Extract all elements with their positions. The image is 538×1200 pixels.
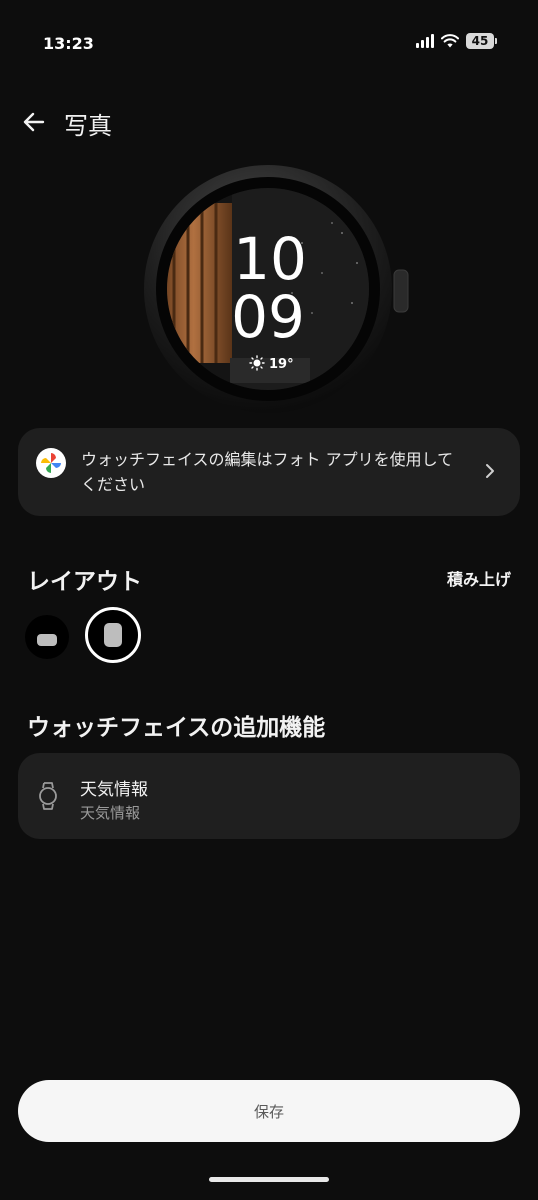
watch-icon — [39, 782, 57, 810]
app-bar: 写真 — [0, 98, 538, 146]
watch-temperature: 19° — [269, 357, 294, 372]
watch-minute: 09 — [231, 283, 305, 351]
page-title: 写真 — [64, 112, 112, 140]
chevron-right-icon — [486, 464, 494, 478]
feature-item-weather[interactable]: 天気情報 天気情報 — [18, 753, 520, 839]
save-button[interactable]: 保存 — [18, 1080, 520, 1142]
feature-subtitle: 天気情報 — [80, 804, 141, 822]
watch-preview: 10 09 19° — [142, 163, 414, 417]
back-button[interactable] — [14, 102, 54, 142]
info-card-text: ウォッチフェイスの編集はフォト アプリを使用してください — [81, 450, 454, 494]
features-section-title: ウォッチフェイスの追加機能 — [27, 715, 326, 741]
status-icons: 45 — [416, 33, 497, 49]
horizontal-pill-icon — [37, 634, 57, 646]
feature-title: 天気情報 — [80, 780, 148, 800]
stacked-tile-icon — [104, 623, 122, 647]
layout-selected-value: 積み上げ — [446, 570, 511, 589]
signal-icon — [416, 34, 434, 48]
watch-face-graphic: 10 09 19° — [144, 165, 409, 413]
status-time: 13:23 — [43, 34, 94, 53]
status-bar: 13:23 45 — [0, 0, 538, 88]
layout-section-title: レイアウト — [27, 569, 142, 595]
photos-app-info-card[interactable]: ウォッチフェイスの編集はフォト アプリを使用してください — [18, 428, 520, 516]
sun-icon — [249, 355, 265, 371]
wifi-icon — [441, 34, 459, 48]
layout-option-horizontal[interactable] — [25, 615, 69, 659]
crown-button — [393, 269, 409, 313]
layout-option-stacked[interactable] — [85, 607, 141, 663]
arrow-left-icon — [23, 112, 45, 132]
battery-icon: 45 — [466, 33, 497, 49]
home-indicator[interactable] — [209, 1177, 329, 1182]
google-photos-icon — [36, 448, 66, 478]
